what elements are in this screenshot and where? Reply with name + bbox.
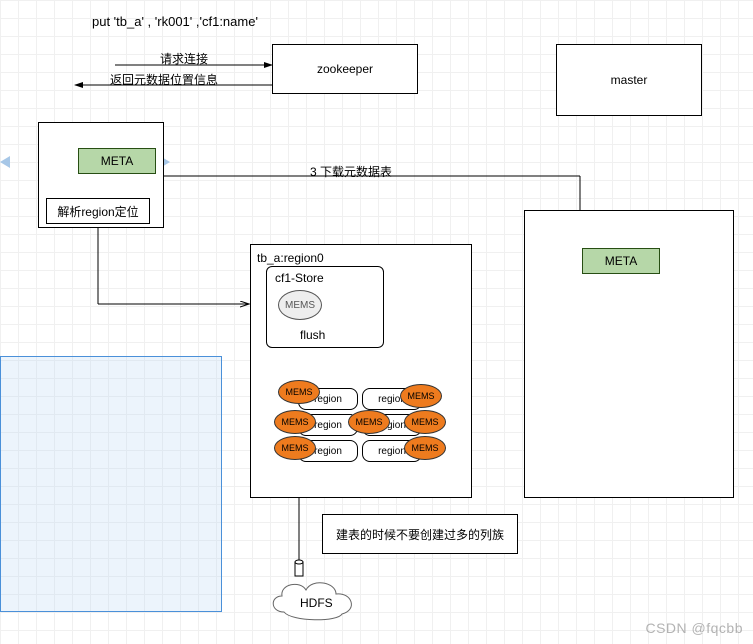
zookeeper-box: zookeeper — [272, 44, 418, 94]
selection-rect — [0, 356, 222, 612]
label-return-meta: 返回元数据位置信息 — [110, 71, 218, 88]
watermark: CSDN @fqcbb — [645, 620, 743, 636]
command-text: put 'tb_a' , 'rk001' ,'cf1:name' — [92, 14, 258, 29]
master-label: master — [611, 73, 648, 87]
label-request-connect: 请求连接 — [160, 50, 208, 67]
mems-ellipse: MEMS — [348, 410, 390, 434]
parse-region-box: 解析region定位 — [46, 198, 150, 224]
server-meta-box: META — [582, 248, 660, 274]
server-meta-label: META — [605, 254, 637, 268]
master-box: master — [556, 44, 702, 116]
region0-label: tb_a:region0 — [257, 251, 324, 265]
flush-label: flush — [300, 328, 325, 342]
mems-ellipse: MEMS — [400, 384, 442, 408]
mems-ellipse: MEMS — [404, 436, 446, 460]
mems-ellipse: MEMS — [274, 410, 316, 434]
client-meta-label: META — [101, 154, 133, 168]
mems-circle: MEMS — [278, 290, 322, 320]
advice-box: 建表的时候不要创建过多的列族 — [322, 514, 518, 554]
parse-region-label: 解析region定位 — [57, 203, 138, 220]
client-meta-box: META — [78, 148, 156, 174]
handle-left-icon — [0, 156, 10, 168]
cf1-store-label: cf1-Store — [275, 271, 324, 285]
label-download-meta: 3 下载元数据表 — [310, 163, 392, 180]
zookeeper-label: zookeeper — [317, 62, 373, 76]
mems-ellipse: MEMS — [274, 436, 316, 460]
mems-ellipse: MEMS — [404, 410, 446, 434]
hdfs-label: HDFS — [300, 596, 333, 610]
mems-circle-label: MEMS — [285, 300, 315, 311]
mems-ellipse: MEMS — [278, 380, 320, 404]
advice-label: 建表的时候不要创建过多的列族 — [336, 526, 504, 543]
